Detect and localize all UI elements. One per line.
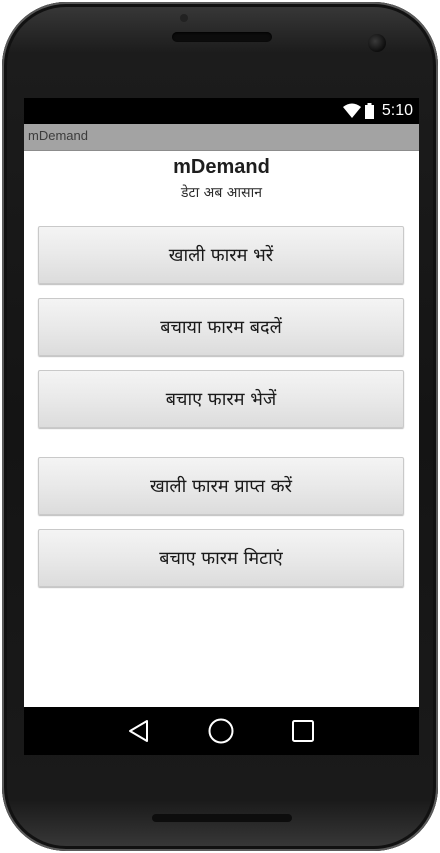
send-saved-forms-button[interactable]: बचाए फारम भेजें — [38, 370, 404, 428]
wifi-icon — [342, 103, 361, 118]
earpiece-speaker — [172, 32, 272, 42]
get-blank-form-button[interactable]: खाली फारम प्राप्त करें — [38, 457, 404, 515]
screen: 5:10 mDemand mDemand डेटा अब आसान खाली फ… — [24, 98, 419, 755]
phone-frame: 5:10 mDemand mDemand डेटा अब आसान खाली फ… — [2, 2, 438, 851]
app-title: mDemand — [173, 156, 270, 178]
front-camera — [368, 34, 386, 52]
app-subtitle: डेटा अब आसान — [181, 185, 262, 201]
proximity-sensor — [180, 14, 188, 22]
navigation-bar — [24, 707, 419, 755]
delete-saved-forms-button[interactable]: बचाए फारम मिटाएं — [38, 529, 404, 587]
fill-blank-form-button[interactable]: खाली फारम भरें — [38, 226, 404, 284]
back-button[interactable] — [119, 715, 159, 747]
edit-saved-form-button[interactable]: बचाया फारम बदलें — [38, 298, 404, 356]
bottom-speaker — [152, 814, 292, 822]
home-icon — [208, 718, 234, 744]
status-icons: 5:10 — [342, 101, 413, 121]
recents-icon — [292, 720, 314, 742]
status-bar: 5:10 — [24, 98, 419, 124]
status-time: 5:10 — [381, 102, 413, 119]
action-bar: mDemand — [24, 124, 419, 151]
recents-button[interactable] — [283, 715, 323, 747]
battery-icon — [364, 103, 374, 119]
back-icon — [129, 720, 148, 742]
home-button[interactable] — [201, 715, 241, 747]
action-bar-title: mDemand — [28, 128, 88, 143]
